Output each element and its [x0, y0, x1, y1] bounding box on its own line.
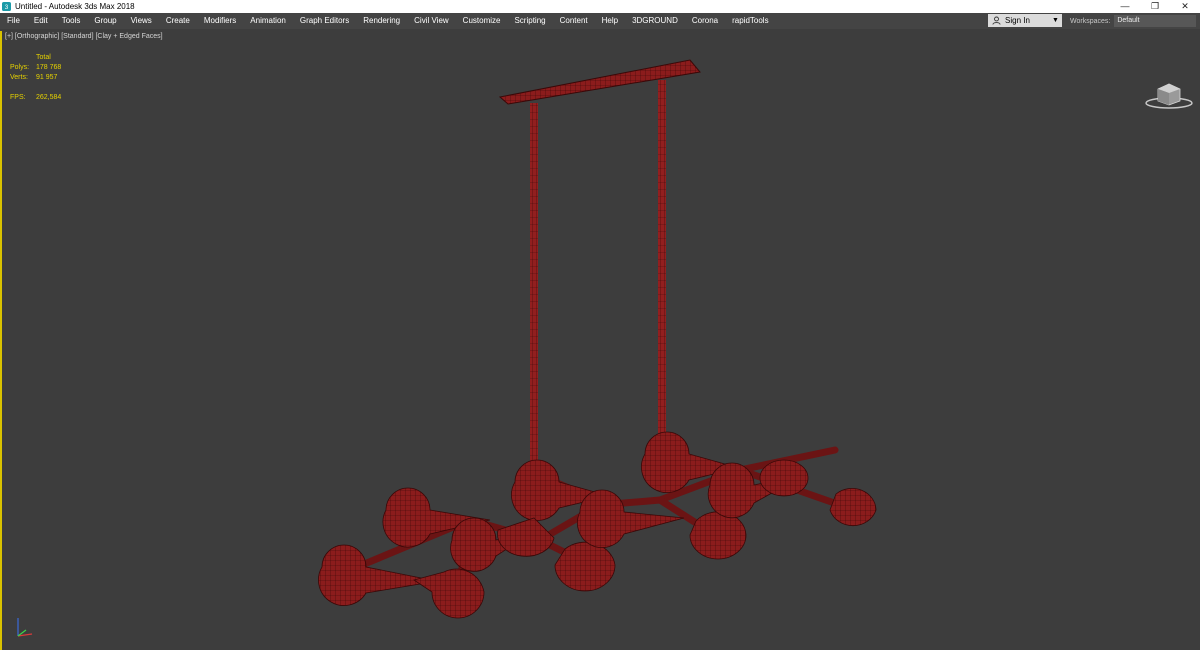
menu-customize[interactable]: Customize	[456, 13, 508, 29]
workspaces-label: Workspaces:	[1070, 17, 1111, 25]
sign-in-dropdown[interactable]: Sign In ▼	[988, 14, 1062, 27]
menu-content[interactable]: Content	[553, 13, 595, 29]
menu-animation[interactable]: Animation	[243, 13, 293, 29]
sign-in-label: Sign In	[1005, 16, 1030, 25]
menu-create[interactable]: Create	[159, 13, 197, 29]
suspension-rod-right	[658, 80, 666, 440]
close-button[interactable]: ✕	[1170, 0, 1200, 13]
menu-edit[interactable]: Edit	[27, 13, 55, 29]
chevron-down-icon: ▼	[1052, 17, 1059, 24]
axis-tripod-icon	[17, 618, 33, 637]
workspaces-dropdown[interactable]: Default	[1114, 15, 1197, 27]
menu-civil-view[interactable]: Civil View	[407, 13, 456, 29]
menu-rapidtools[interactable]: rapidTools	[725, 13, 775, 29]
menu-3dground[interactable]: 3DGROUND	[625, 13, 685, 29]
chandelier-model[interactable]	[0, 31, 1200, 650]
workspaces-selector: Workspaces: Default	[1070, 13, 1197, 29]
menu-help[interactable]: Help	[595, 13, 625, 29]
menu-file[interactable]: File	[0, 13, 27, 29]
ceiling-canopy	[498, 59, 701, 105]
window-title: Untitled - Autodesk 3ds Max 2018	[15, 2, 135, 11]
user-icon	[992, 16, 1001, 25]
title-bar: 3 Untitled - Autodesk 3ds Max 2018 — ❐ ✕	[0, 0, 1200, 13]
restore-button[interactable]: ❐	[1140, 0, 1170, 13]
menu-group[interactable]: Group	[87, 13, 123, 29]
3dsmax-logo-icon: 3	[2, 2, 11, 11]
menu-modifiers[interactable]: Modifiers	[197, 13, 243, 29]
svg-text:3: 3	[5, 4, 9, 11]
menu-views[interactable]: Views	[124, 13, 159, 29]
menu-tools[interactable]: Tools	[55, 13, 88, 29]
minimize-button[interactable]: —	[1110, 0, 1140, 13]
menu-rendering[interactable]: Rendering	[356, 13, 407, 29]
menu-graph-editors[interactable]: Graph Editors	[293, 13, 356, 29]
menu-corona[interactable]: Corona	[685, 13, 725, 29]
menu-scripting[interactable]: Scripting	[507, 13, 552, 29]
